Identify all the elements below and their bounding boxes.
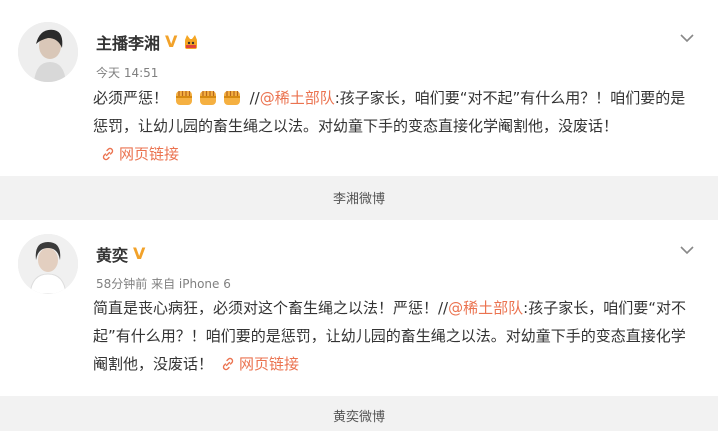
fist-emoji-icon: [221, 86, 243, 108]
web-link-label[interactable]: 网页链接: [239, 355, 299, 373]
mention-link[interactable]: @稀土部队: [260, 89, 335, 107]
web-link-label[interactable]: 网页链接: [119, 145, 179, 163]
mention-link[interactable]: @稀土部队: [448, 299, 523, 317]
post-text: 必须严惩！ //@稀土部队:孩子家长，咱们要“对不起”有什么用？！咱们要的是惩罚…: [93, 84, 693, 170]
avatar[interactable]: [18, 22, 78, 82]
post-text: 简直是丧心病狂，必须对这个畜生绳之以法！严惩！//@稀土部队:孩子家长，咱们要“…: [93, 294, 693, 380]
post-meta[interactable]: 58分钟前 来自 iPhone 6: [96, 275, 231, 292]
link-icon: [101, 142, 115, 170]
fist-emoji-icon: [197, 86, 219, 108]
chevron-down-icon[interactable]: [680, 240, 694, 255]
web-link[interactable]: 网页链接: [213, 355, 299, 373]
post-card-1: 主播李湘 V 今天 14:51 必须严惩！ //@稀土部队:孩子家长，咱们要“对…: [0, 0, 718, 176]
web-link[interactable]: 网页链接: [93, 145, 179, 163]
author-name[interactable]: 黄奕: [96, 242, 128, 266]
chevron-down-icon[interactable]: [680, 28, 694, 43]
fist-emoji-icon: [173, 86, 195, 108]
caption: 黄奕微博: [332, 410, 385, 425]
link-icon: [221, 352, 235, 380]
post-card-2: 黄奕 V 58分钟前 来自 iPhone 6 简直是丧心病狂，必须对这个畜生绳之…: [0, 220, 718, 396]
author-name[interactable]: 主播李湘: [96, 30, 160, 54]
post-text-start: 简直是丧心病狂，必须对这个畜生绳之以法！严惩！//: [93, 299, 449, 317]
author-row: 主播李湘 V: [96, 30, 199, 54]
verified-badge-icon: V: [133, 244, 146, 263]
avatar[interactable]: [18, 234, 78, 294]
author-row: 黄奕 V: [96, 242, 149, 266]
caption: 李湘微博: [332, 192, 385, 207]
post-text-start: 必须严惩！: [93, 89, 169, 107]
verified-badge-icon: V: [165, 32, 178, 51]
cat-icon: [183, 34, 199, 50]
post-time[interactable]: 今天 14:51: [96, 64, 158, 81]
repost-separator: //: [244, 89, 260, 107]
